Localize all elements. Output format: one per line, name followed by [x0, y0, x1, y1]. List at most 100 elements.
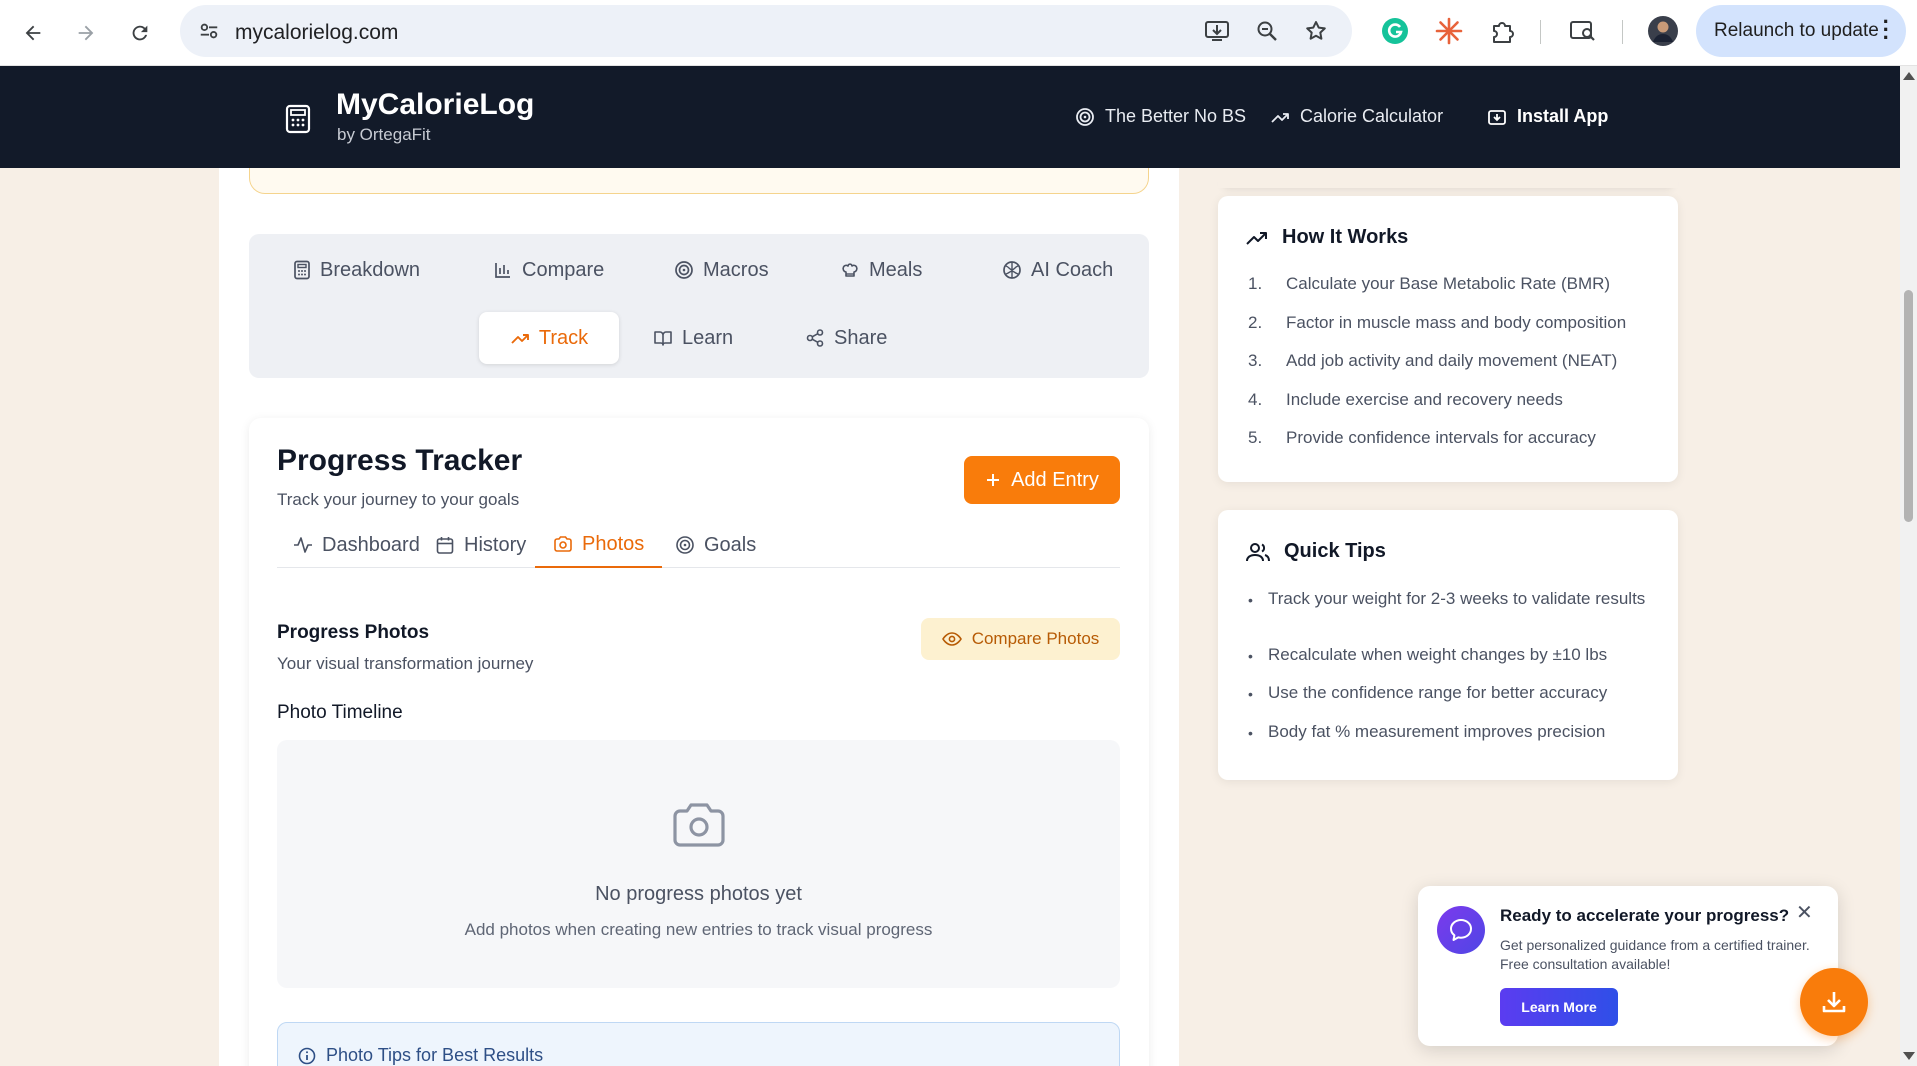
- quick-tips-card: Quick Tips Track your weight for 2-3 wee…: [1218, 510, 1678, 780]
- list-item: 4. Include exercise and recovery needs: [1248, 390, 1563, 409]
- info-icon: [298, 1047, 316, 1064]
- photo-tips-title: Photo Tips for Best Results: [298, 1045, 543, 1066]
- relaunch-button[interactable]: Relaunch to update · · ·: [1696, 5, 1906, 57]
- calculator-logo-icon: [285, 104, 311, 134]
- add-entry-button[interactable]: Add Entry: [964, 456, 1120, 504]
- photo-timeline-title: Photo Timeline: [277, 702, 403, 723]
- photo-tips-label: Photo Tips for Best Results: [326, 1045, 544, 1065]
- forward-button[interactable]: [67, 14, 105, 52]
- tab-label: Breakdown: [320, 258, 421, 281]
- chat-bubble-icon: [1437, 906, 1485, 954]
- profile-avatar[interactable]: [1646, 14, 1680, 48]
- toolbar-divider: [1622, 20, 1623, 44]
- nav-label: Calorie Calculator: [1300, 106, 1444, 126]
- site-settings-icon[interactable]: [198, 20, 220, 47]
- photos-empty-state: No progress photos yet Add photos when c…: [277, 740, 1120, 988]
- page-title: Progress Tracker: [277, 444, 523, 477]
- subtab-goals[interactable]: Goals: [657, 522, 774, 568]
- how-it-works-card: How It Works 1. Calculate your Base Metab…: [1218, 196, 1678, 482]
- list-item: 2. Factor in muscle mass and body composi…: [1248, 313, 1627, 332]
- main-column: Breakdown Compare Macros Meals AI Coach …: [219, 168, 1179, 1066]
- tab-breakdown[interactable]: Breakdown: [279, 244, 434, 296]
- tab-label: Share: [834, 326, 888, 349]
- page-subtitle: Track your journey to your goals: [277, 490, 520, 509]
- users-icon: [1246, 542, 1270, 561]
- list-item: 3. Add job activity and daily movement (N…: [1248, 351, 1618, 370]
- learn-more-button[interactable]: Learn More: [1500, 988, 1618, 1026]
- tab-label: AI Coach: [1031, 258, 1114, 281]
- list-item: Body fat % measurement improves precisio…: [1248, 719, 1648, 746]
- tab-track[interactable]: Track: [479, 312, 619, 364]
- nav-label: The Better No BS: [1105, 106, 1247, 126]
- subtab-label: Goals: [704, 533, 757, 556]
- plus-icon: [987, 474, 1000, 486]
- previous-card-edge: [1218, 168, 1678, 188]
- brand-name[interactable]: MyCalorieLog: [336, 88, 534, 122]
- more-menu-icon[interactable]: · · ·: [1883, 11, 1890, 49]
- notice-banner: [249, 168, 1149, 194]
- target-icon: [1076, 107, 1094, 126]
- download-fab-button[interactable]: [1800, 968, 1868, 1036]
- subtab-photos[interactable]: Photos: [535, 522, 663, 568]
- card-title: How It Works: [1282, 226, 1409, 248]
- install-page-icon[interactable]: [1202, 16, 1232, 46]
- compare-photos-label: Compare Photos: [971, 629, 1100, 648]
- tab-label: Learn: [682, 326, 734, 349]
- list-item: Track your weight for 2-3 weeks to valid…: [1248, 586, 1648, 613]
- close-icon[interactable]: ✕: [1796, 900, 1813, 925]
- install-app-button[interactable]: Install App: [1487, 106, 1608, 127]
- card-title: Quick Tips: [1284, 540, 1386, 562]
- activity-icon: [294, 537, 312, 553]
- trending-up-icon: [511, 334, 529, 344]
- download-icon: [1822, 992, 1846, 1013]
- extensions-puzzle-icon[interactable]: [1486, 14, 1520, 48]
- url-text[interactable]: mycalorielog.com: [235, 21, 398, 45]
- page-scrollbar[interactable]: [1900, 66, 1917, 1066]
- toolbar-divider: [1540, 20, 1541, 44]
- quick-tips-title: Quick Tips: [1246, 540, 1386, 563]
- nav-label: Install App: [1517, 106, 1609, 126]
- subtab-dashboard[interactable]: Dashboard: [275, 522, 438, 568]
- subtab-label: Dashboard: [322, 533, 420, 556]
- spark-extension-icon[interactable]: [1432, 14, 1466, 48]
- tab-macros[interactable]: Macros: [660, 244, 783, 296]
- brand-subtitle: by OrtegaFit: [337, 125, 431, 144]
- compare-photos-button[interactable]: Compare Photos: [921, 618, 1120, 660]
- popup-title: Ready to accelerate your progress?: [1500, 906, 1790, 925]
- bookmark-star-icon[interactable]: [1301, 16, 1331, 46]
- install-icon: [1488, 109, 1506, 125]
- trending-up-icon: [1246, 231, 1267, 245]
- nav-the-better-no-bs[interactable]: The Better No BS: [1075, 106, 1246, 127]
- back-button[interactable]: [14, 14, 52, 52]
- tab-learn[interactable]: Learn: [639, 312, 747, 364]
- arrow-left-icon: [25, 25, 41, 41]
- tab-meals[interactable]: Meals: [826, 244, 936, 296]
- subtab-label: Photos: [582, 532, 645, 555]
- relaunch-label: Relaunch to update: [1714, 20, 1879, 41]
- scroll-up-arrow-icon[interactable]: [1903, 72, 1915, 80]
- nav-calorie-calculator[interactable]: Calorie Calculator: [1270, 106, 1443, 127]
- camera-icon: [671, 800, 727, 855]
- brain-icon: [1003, 261, 1021, 279]
- grammarly-extension-icon[interactable]: [1378, 14, 1412, 48]
- add-entry-label: Add Entry: [1011, 468, 1099, 491]
- section-subtitle: Your visual transformation journey: [277, 654, 534, 673]
- reload-button[interactable]: [121, 14, 159, 52]
- scroll-down-arrow-icon[interactable]: [1903, 1052, 1915, 1060]
- tab-share[interactable]: Share: [791, 312, 901, 364]
- tab-ai-coach[interactable]: AI Coach: [988, 244, 1127, 296]
- share-icon: [806, 329, 824, 347]
- zoom-icon[interactable]: [1252, 16, 1282, 46]
- chef-hat-icon: [842, 263, 858, 277]
- empty-state-subtitle: Add photos when creating new entries to …: [464, 920, 933, 939]
- eye-icon: [941, 632, 962, 646]
- scroll-thumb[interactable]: [1904, 290, 1913, 522]
- address-bar[interactable]: mycalorielog.com: [180, 5, 1352, 57]
- tab-label: Compare: [522, 258, 605, 281]
- tab-search-icon[interactable]: [1566, 14, 1600, 48]
- subtab-history[interactable]: History: [417, 522, 544, 568]
- calculator-icon: [294, 260, 310, 280]
- list-item: Use the confidence range for better accu…: [1248, 680, 1648, 707]
- progress-tracker-card: Progress Tracker Track your journey to y…: [249, 418, 1149, 1066]
- tab-compare[interactable]: Compare: [479, 244, 618, 296]
